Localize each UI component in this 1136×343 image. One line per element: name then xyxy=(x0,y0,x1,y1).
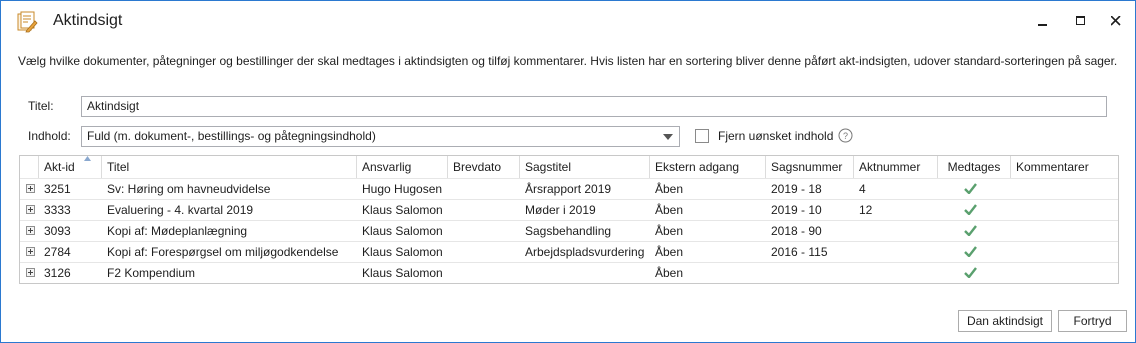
column-header-brevdato[interactable]: Brevdato xyxy=(448,156,520,178)
cell-ansvarlig: Klaus Salomon xyxy=(362,266,443,280)
checkmark-icon[interactable] xyxy=(964,183,977,194)
cell-ansvarlig: Hugo Hugosen xyxy=(362,182,443,196)
cell-ekstern-adgang: Åben xyxy=(655,224,684,238)
minimize-button[interactable] xyxy=(1029,10,1057,32)
column-header-ansvarlig[interactable]: Ansvarlig xyxy=(357,156,448,178)
cell-aktnummer xyxy=(854,221,938,241)
checkmark-icon[interactable] xyxy=(964,246,977,257)
expand-row-icon[interactable] xyxy=(26,184,35,193)
cell-brevdato xyxy=(448,179,520,199)
fjern-label[interactable]: Fjern uønsket indhold xyxy=(718,129,833,143)
cell-ekstern-adgang: Åben xyxy=(655,203,684,217)
minimize-icon xyxy=(1038,24,1047,26)
cell-kommentarer[interactable] xyxy=(1011,242,1118,262)
cell-titel: Kopi af: Mødeplanlægning xyxy=(107,224,248,238)
title-bar[interactable]: Aktindsigt xyxy=(1,1,1135,43)
cell-kommentarer[interactable] xyxy=(1011,263,1118,283)
table-row[interactable]: 3093 Kopi af: Mødeplanlægning Klaus Salo… xyxy=(20,220,1118,241)
checkmark-icon[interactable] xyxy=(964,267,977,278)
expand-row-icon[interactable] xyxy=(26,205,35,214)
cell-sagsnummer: 2019 - 10 xyxy=(771,203,822,217)
cell-sagstitel xyxy=(520,263,650,283)
window-title: Aktindsigt xyxy=(53,12,123,29)
cell-aktnummer: 4 xyxy=(859,182,866,196)
cell-brevdato xyxy=(448,221,520,241)
cell-titel: Kopi af: Forespørgsel om miljøgodkendels… xyxy=(107,245,339,259)
maximize-icon xyxy=(1076,16,1085,25)
svg-text:?: ? xyxy=(843,131,848,141)
cell-ekstern-adgang: Åben xyxy=(655,266,684,280)
indhold-label: Indhold: xyxy=(28,129,71,143)
cell-akt-id: 3333 xyxy=(44,203,71,217)
cell-akt-id: 3126 xyxy=(44,266,71,280)
cell-brevdato xyxy=(448,242,520,262)
cell-brevdato xyxy=(448,263,520,283)
close-icon xyxy=(1111,16,1121,26)
table-row[interactable]: 3126 F2 Kompendium Klaus Salomon Åben xyxy=(20,262,1118,283)
cell-sagsnummer: 2018 - 90 xyxy=(771,224,822,238)
column-header-titel[interactable]: Titel xyxy=(102,156,357,178)
cell-akt-id: 3251 xyxy=(44,182,71,196)
cell-brevdato xyxy=(448,200,520,220)
fjern-checkbox[interactable] xyxy=(695,129,709,143)
cell-akt-id: 3093 xyxy=(44,224,71,238)
expand-row-icon[interactable] xyxy=(26,247,35,256)
cell-titel: Evaluering - 4. kvartal 2019 xyxy=(107,203,254,217)
close-button[interactable] xyxy=(1102,10,1130,32)
cell-ansvarlig: Klaus Salomon xyxy=(362,203,443,217)
cell-aktnummer xyxy=(854,263,938,283)
aktindsigt-dialog: Aktindsigt Vælg hvilke dokumenter, påteg… xyxy=(0,0,1136,343)
maximize-button[interactable] xyxy=(1067,10,1095,32)
cell-sagsnummer xyxy=(766,263,854,283)
column-header-aktnummer[interactable]: Aktnummer xyxy=(854,156,938,178)
cell-sagstitel: Sagsbehandling xyxy=(525,224,612,238)
cell-sagsnummer: 2019 - 18 xyxy=(771,182,822,196)
instructions-text: Vælg hvilke dokumenter, påtegninger og b… xyxy=(18,54,1118,68)
cell-kommentarer[interactable] xyxy=(1011,221,1118,241)
documents-grid: Akt-id Titel Ansvarlig Brevdato Sagstite… xyxy=(19,155,1119,284)
cell-sagstitel: Årsrapport 2019 xyxy=(525,182,612,196)
indhold-dropdown[interactable]: Fuld (m. dokument-, bestillings- og påte… xyxy=(81,126,680,147)
cell-sagsnummer: 2016 - 115 xyxy=(771,245,828,259)
cell-sagstitel: Møder i 2019 xyxy=(525,203,596,217)
cell-sagstitel: Arbejdspladsvurdering xyxy=(525,245,645,259)
cell-titel: Sv: Høring om havneudvidelse xyxy=(107,182,271,196)
checkmark-icon[interactable] xyxy=(964,204,977,215)
sort-ascending-icon xyxy=(84,156,91,161)
cell-kommentarer[interactable] xyxy=(1011,179,1118,199)
cell-ansvarlig: Klaus Salomon xyxy=(362,224,443,238)
fortryd-button[interactable]: Fortryd xyxy=(1058,310,1127,332)
expand-row-icon[interactable] xyxy=(26,268,35,277)
dan-aktindsigt-button[interactable]: Dan aktindsigt xyxy=(958,310,1052,332)
help-icon[interactable]: ? xyxy=(838,128,853,143)
column-header-kommentarer[interactable]: Kommentarer xyxy=(1011,156,1118,178)
cell-ekstern-adgang: Åben xyxy=(655,245,684,259)
titel-label: Titel: xyxy=(28,99,54,113)
column-header-akt-id[interactable]: Akt-id xyxy=(39,156,102,178)
titel-input[interactable]: Aktindsigt xyxy=(81,96,1107,117)
cell-ekstern-adgang: Åben xyxy=(655,182,684,196)
column-header-sagstitel[interactable]: Sagstitel xyxy=(520,156,650,178)
chevron-down-icon xyxy=(663,134,673,140)
table-row[interactable]: 3251 Sv: Høring om havneudvidelse Hugo H… xyxy=(20,178,1118,199)
expand-row-icon[interactable] xyxy=(26,226,35,235)
grid-header: Akt-id Titel Ansvarlig Brevdato Sagstite… xyxy=(20,156,1118,178)
column-header-sagsnummer[interactable]: Sagsnummer xyxy=(766,156,854,178)
cell-aktnummer xyxy=(854,242,938,262)
column-header-medtages[interactable]: Medtages xyxy=(938,156,1011,178)
checkmark-icon[interactable] xyxy=(964,225,977,236)
cell-aktnummer: 12 xyxy=(859,203,873,217)
indhold-selected-value: Fuld (m. dokument-, bestillings- og påte… xyxy=(87,129,376,143)
document-edit-icon xyxy=(15,10,39,34)
table-row[interactable]: 2784 Kopi af: Forespørgsel om miljøgodke… xyxy=(20,241,1118,262)
cell-kommentarer[interactable] xyxy=(1011,200,1118,220)
cell-titel: F2 Kompendium xyxy=(107,266,196,280)
column-header-ekstern-adgang[interactable]: Ekstern adgang xyxy=(650,156,766,178)
cell-akt-id: 2784 xyxy=(44,245,71,259)
table-row[interactable]: 3333 Evaluering - 4. kvartal 2019 Klaus … xyxy=(20,199,1118,220)
expander-header xyxy=(20,156,39,178)
cell-ansvarlig: Klaus Salomon xyxy=(362,245,443,259)
